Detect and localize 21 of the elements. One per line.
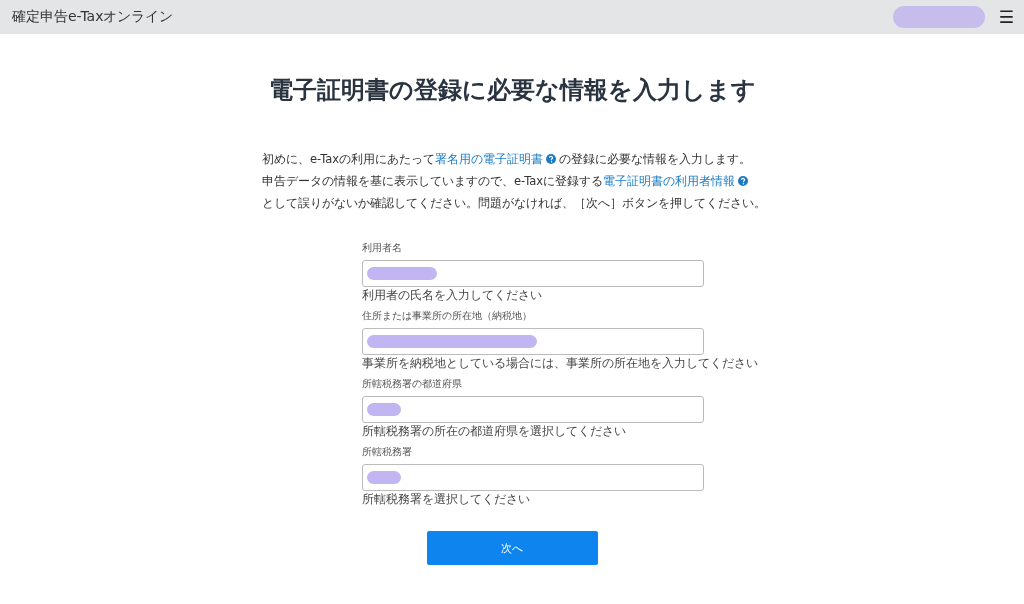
field-hint: 所轄税務署を選択してください [362, 492, 530, 507]
next-button[interactable]: 次へ [426, 531, 598, 565]
field-label: 住所または事業所の所在地（納税地） [362, 309, 533, 323]
field-label: 利用者名 [362, 241, 403, 255]
field-label: 所轄税務署の都道府県 [362, 377, 463, 391]
field-hint: 所轄税務署の所在の都道府県を選択してください [362, 424, 626, 439]
input-field[interactable] [362, 260, 704, 287]
page-heading: 電子証明書の登録に必要な情報を入力します [268, 75, 756, 106]
help-icon[interactable] [738, 176, 749, 186]
help-link[interactable]: 署名用の電子証明書 [435, 152, 544, 166]
field-label: 所轄税務署 [362, 445, 413, 459]
input-field[interactable] [362, 464, 704, 491]
help-icon[interactable] [546, 154, 557, 164]
field-hint: 事業所を納税地としている場合には、事業所の所在地を入力してください [362, 356, 758, 371]
help-link[interactable]: 電子証明書の利用者情報 [603, 174, 736, 188]
field-hint: 利用者の氏名を入力してください [362, 288, 542, 303]
intro-paragraph: 初めに、e-Taxの利用にあたって署名用の電子証明書 の登録に必要な情報を入力します。 申告データの情報を基に表示していますので、e-Taxに登録する電子証明書の利用者情報 として誤りがないか確認してください。問題がなければ、［次へ］ボタンを押してください。 [262, 151, 762, 212]
menu-icon[interactable]: ☰ [998, 7, 1014, 27]
input-field[interactable] [362, 396, 704, 423]
input-field[interactable] [362, 328, 704, 355]
app-title: 確定申告e-Taxオンライン [12, 8, 175, 26]
